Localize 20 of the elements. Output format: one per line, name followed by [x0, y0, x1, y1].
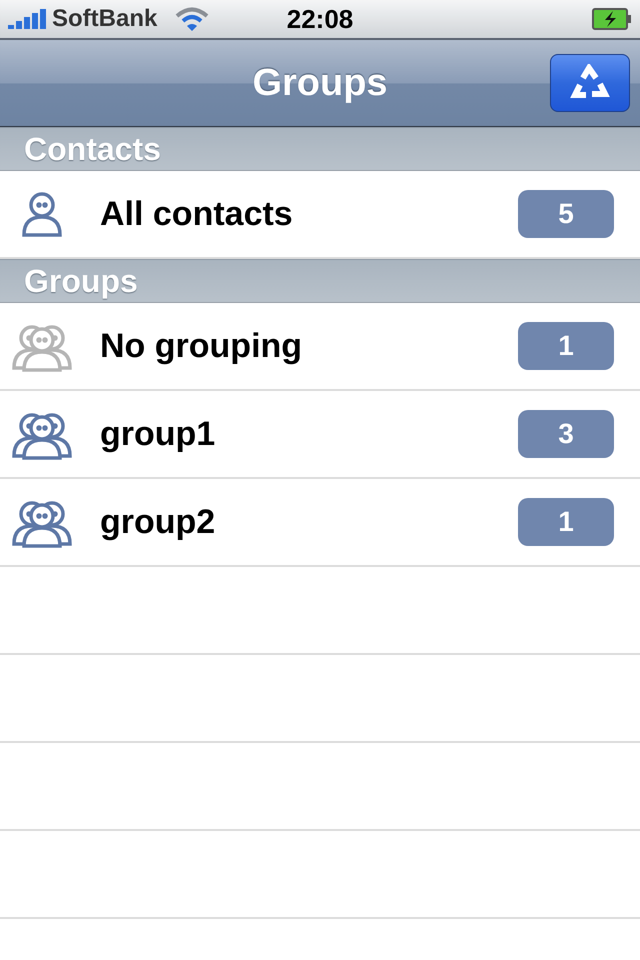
list-row[interactable]: group1 3 [0, 391, 640, 479]
count-badge: 3 [518, 410, 614, 458]
row-label: No grouping [100, 326, 304, 366]
clock-time: 22:08 [286, 4, 354, 34]
signal-icon [8, 9, 48, 29]
count-badge: 5 [518, 190, 614, 238]
list-row[interactable]: group2 1 [0, 479, 640, 567]
row-label: group1 [100, 414, 216, 454]
wifi-icon [175, 7, 210, 31]
count-badge: 1 [518, 498, 614, 546]
row-label: All contacts [100, 194, 294, 234]
section-title: Contacts [24, 130, 161, 168]
refresh-button[interactable] [550, 54, 630, 112]
row-label: group2 [100, 502, 216, 542]
battery-icon [592, 8, 632, 30]
count-badge: 1 [518, 322, 614, 370]
section-title: Groups [24, 262, 138, 300]
carrier-name: SoftBank [52, 5, 158, 33]
list-row[interactable]: No grouping 1 [0, 303, 640, 391]
screen-title: Groups [252, 62, 388, 104]
